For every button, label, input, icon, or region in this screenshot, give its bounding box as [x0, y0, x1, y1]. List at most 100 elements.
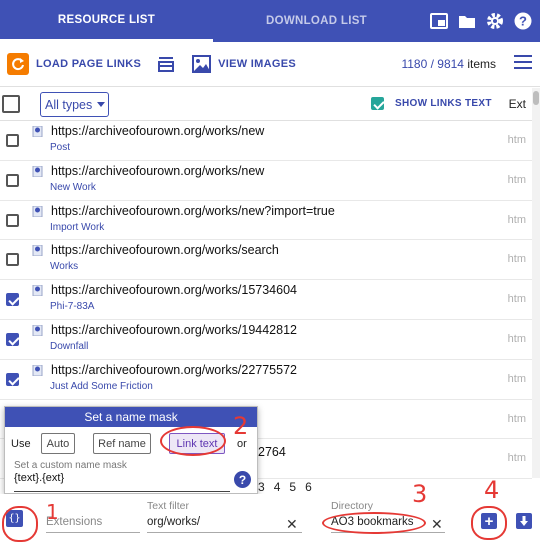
popup-title: Set a name mask: [5, 407, 257, 427]
list-item[interactable]: https://archiveofourown.org/works/new?im…: [0, 201, 532, 241]
view-images-button[interactable]: VIEW IMAGES: [192, 55, 296, 73]
row-ext: htm: [507, 293, 526, 306]
annotation-ring-1: [2, 506, 38, 542]
tray-icon[interactable]: [157, 55, 175, 73]
custom-mask-input[interactable]: {text}.{ext}: [14, 472, 230, 492]
annotation-ring-4: [471, 506, 507, 540]
row-ext: htm: [507, 412, 526, 425]
types-dropdown[interactable]: All types: [40, 92, 109, 117]
show-links-text-toggle[interactable]: SHOW LINKS TEXT: [371, 97, 492, 110]
row-url: https://archiveofourown.org/works/157346…: [51, 283, 297, 298]
list-item[interactable]: https://archiveofourown.org/works/new Po…: [0, 121, 532, 161]
page-link[interactable]: 6: [305, 480, 312, 494]
picture-in-picture-icon[interactable]: [430, 12, 448, 30]
select-all-checkbox[interactable]: [2, 95, 20, 113]
ext-column-header: Ext: [508, 97, 526, 111]
svg-text:?: ?: [519, 14, 527, 29]
page-link[interactable]: 3: [258, 480, 265, 494]
show-links-text-checkbox[interactable]: [371, 97, 384, 110]
row-checkbox[interactable]: [6, 213, 19, 227]
tab-download-list[interactable]: DOWNLOAD LIST: [213, 0, 420, 42]
types-dropdown-label: All types: [45, 97, 93, 112]
resource-toolbar: LOAD PAGE LINKS VIEW IMAGES 1180 / 9814 …: [0, 42, 540, 87]
row-checkbox[interactable]: [6, 332, 19, 346]
text-filter-field[interactable]: Text filter org/works/: [147, 500, 302, 533]
directory-label: Directory: [331, 500, 374, 512]
row-url: https://archiveofourown.org/works/search: [51, 243, 279, 258]
page-icon: [32, 205, 43, 217]
top-icon-group: ?: [420, 0, 532, 42]
page-icon: [32, 165, 43, 177]
row-url: https://archiveofourown.org/works/new: [51, 124, 265, 138]
list-item[interactable]: https://archiveofourown.org/works/194428…: [0, 320, 532, 360]
row-link-text: Works: [50, 261, 79, 273]
menu-icon[interactable]: [514, 55, 532, 74]
page-icon: [32, 364, 43, 376]
row-url: https://archiveofourown.org/works/227755…: [51, 362, 297, 377]
list-item[interactable]: https://archiveofourown.org/works/227755…: [0, 360, 532, 400]
row-url: https://archiveofourown.org/works/194428…: [51, 322, 297, 337]
bottom-bar: {} Extensions Text filter org/works/ ✕ D…: [0, 494, 540, 542]
row-ext: htm: [507, 173, 526, 186]
download-icon[interactable]: [516, 513, 532, 529]
load-page-links-button[interactable]: LOAD PAGE LINKS: [0, 53, 141, 75]
clear-filter-icon[interactable]: ✕: [286, 516, 298, 533]
chevron-down-icon: [97, 102, 106, 107]
row-checkbox[interactable]: [6, 293, 19, 307]
top-tab-bar: RESOURCE LIST DOWNLOAD LIST ?: [0, 0, 540, 42]
help-icon[interactable]: ?: [234, 471, 251, 488]
image-icon: [192, 55, 212, 73]
gear-icon[interactable]: [486, 12, 504, 30]
text-filter-input[interactable]: org/works/: [147, 513, 302, 533]
auto-button[interactable]: Auto: [41, 433, 75, 454]
annotation-ring-3: [322, 512, 426, 534]
page-icon: [32, 126, 43, 137]
extensions-field[interactable]: Extensions: [46, 500, 140, 533]
scrollbar-thumb[interactable]: [533, 91, 539, 105]
tab-resource-list[interactable]: RESOURCE LIST: [0, 0, 213, 42]
use-label: Use: [11, 438, 31, 450]
folder-icon[interactable]: [458, 12, 476, 30]
custom-mask-label: Set a custom name mask: [14, 460, 127, 471]
load-page-links-label: LOAD PAGE LINKS: [36, 58, 142, 70]
text-filter-label: Text filter: [147, 500, 190, 512]
row-checkbox[interactable]: [6, 372, 19, 386]
show-links-text-label: SHOW LINKS TEXT: [395, 98, 492, 109]
annotation-4: 4: [484, 476, 500, 504]
row-link-text: Phi-7-83A: [50, 301, 95, 313]
list-item[interactable]: https://archiveofourown.org/works/157346…: [0, 280, 532, 320]
list-item[interactable]: https://archiveofourown.org/works/search…: [0, 240, 532, 281]
name-mask-popup: Set a name mask Use Auto Ref name Link t…: [4, 406, 258, 494]
row-link-text: Import Work: [50, 221, 105, 233]
item-count: 1180 / 9814 items: [401, 57, 496, 71]
ref-name-button[interactable]: Ref name: [93, 433, 151, 454]
app-root: RESOURCE LIST DOWNLOAD LIST ? LOAD PAGE …: [0, 0, 540, 542]
list-item[interactable]: https://archiveofourown.org/works/new Ne…: [0, 161, 532, 201]
row-url: https://archiveofourown.org/works/new?im…: [51, 203, 335, 218]
annotation-2: 2: [233, 412, 249, 440]
page-icon: [32, 324, 43, 336]
pagination: 3 4 5 6: [258, 480, 312, 494]
row-checkbox[interactable]: [6, 134, 19, 147]
row-ext: htm: [507, 372, 526, 385]
row-ext: htm: [507, 253, 526, 266]
page-icon: [32, 245, 43, 257]
page-link[interactable]: 5: [289, 480, 296, 494]
help-icon[interactable]: ?: [514, 12, 532, 30]
clear-directory-icon[interactable]: ✕: [431, 516, 443, 533]
item-count-suffix: items: [467, 57, 496, 71]
view-images-label: VIEW IMAGES: [218, 58, 297, 70]
row-checkbox[interactable]: [6, 173, 19, 187]
row-url: 2764: [258, 445, 286, 460]
extensions-input[interactable]: Extensions: [46, 513, 140, 533]
annotation-3: 3: [412, 480, 428, 508]
row-link-text: Post: [50, 142, 71, 153]
annotation-1: 1: [46, 500, 59, 524]
row-url: https://archiveofourown.org/works/new: [51, 163, 265, 178]
list-scrollbar[interactable]: [532, 88, 540, 478]
page-link[interactable]: 4: [274, 480, 281, 494]
reload-icon: [7, 53, 29, 75]
row-link-text: New Work: [50, 181, 96, 193]
row-checkbox[interactable]: [6, 253, 19, 267]
extensions-field-label: [46, 500, 140, 513]
